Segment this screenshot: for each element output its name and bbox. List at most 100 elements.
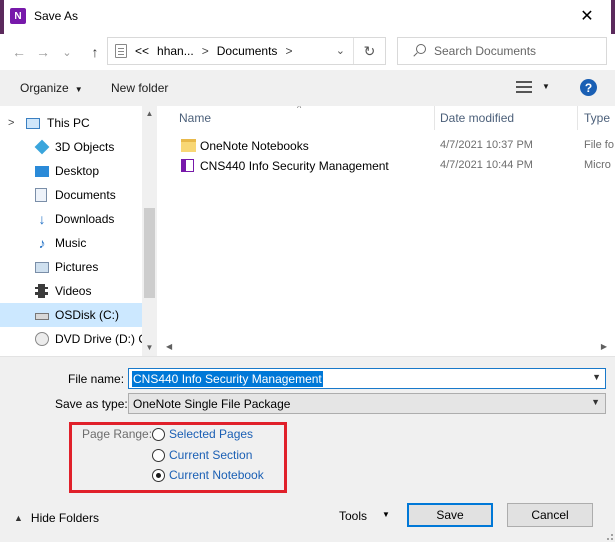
recent-locations-chevron-icon[interactable]: ⌄ <box>58 42 76 62</box>
location-icon <box>115 44 127 58</box>
column-header-name[interactable]: Name <box>179 106 211 130</box>
file-name-value[interactable]: CNS440 Info Security Management <box>132 371 323 387</box>
cancel-button[interactable]: Cancel <box>507 503 593 527</box>
search-icon <box>412 44 426 58</box>
caret-down-icon: ▼ <box>74 85 83 94</box>
expand-chevron-icon[interactable]: > <box>8 117 14 129</box>
radio-button[interactable] <box>152 448 165 462</box>
radio-label[interactable]: Current Section <box>169 448 252 462</box>
nav-item-desktop[interactable]: Desktop <box>0 159 142 183</box>
file-name-field[interactable]: CNS440 Info Security Management ▼ <box>128 368 606 389</box>
sort-ascending-icon: ^ <box>297 106 302 113</box>
view-options-icon[interactable] <box>516 81 532 94</box>
save-as-type-dropdown-icon[interactable]: ▼ <box>591 397 600 407</box>
forward-arrow-icon[interactable]: → <box>34 42 52 62</box>
hide-folders-label: Hide Folders <box>30 511 99 525</box>
nav-item-this-pc[interactable]: > This PC <box>0 111 142 135</box>
help-icon[interactable]: ? <box>580 79 597 96</box>
file-row[interactable]: CNS440 Info Security Management 4/7/2021… <box>162 156 615 176</box>
title-bar: N Save As ✕ <box>4 0 611 32</box>
new-folder-button[interactable]: New folder <box>111 81 168 95</box>
nav-vertical-scrollbar[interactable]: ▲ ▼ <box>142 106 157 356</box>
save-button[interactable]: Save <box>407 503 493 527</box>
file-type: File fo <box>584 139 614 151</box>
scroll-down-arrow-icon[interactable]: ▼ <box>142 340 157 354</box>
breadcrumb-separator-icon[interactable]: > <box>285 44 292 58</box>
nav-label: This PC <box>47 116 90 130</box>
save-options-panel: File name: CNS440 Info Security Manageme… <box>0 356 615 542</box>
cube-icon <box>34 139 50 155</box>
music-note-icon: ♪ <box>38 235 46 251</box>
refresh-icon[interactable]: ↻ <box>353 38 385 64</box>
radio-current-section[interactable]: Current Section <box>152 447 252 463</box>
column-header-date[interactable]: Date modified <box>440 106 514 130</box>
radio-label[interactable]: Current Notebook <box>169 468 264 482</box>
file-row[interactable]: OneNote Notebooks 4/7/2021 10:37 PM File… <box>162 136 615 156</box>
organize-label: Organize <box>20 81 69 95</box>
nav-item-pictures[interactable]: Pictures <box>0 255 142 279</box>
back-arrow-icon[interactable]: ← <box>10 42 28 62</box>
film-icon <box>35 284 48 298</box>
file-horizontal-scrollbar[interactable]: ◀ ▶ <box>162 340 615 356</box>
file-name-dropdown-icon[interactable]: ▼ <box>592 372 601 382</box>
column-header-type[interactable]: Type <box>584 106 610 130</box>
nav-item-downloads[interactable]: ↓ Downloads <box>0 207 142 231</box>
close-button[interactable]: ✕ <box>567 0 607 32</box>
hide-folders-button[interactable]: ▲ Hide Folders <box>14 511 99 525</box>
nav-item-osdisk[interactable]: OSDisk (C:) <box>0 303 142 327</box>
breadcrumb-user[interactable]: hhan... <box>157 44 194 58</box>
desktop-icon <box>35 166 49 177</box>
tools-button[interactable]: Tools <box>339 509 367 523</box>
radio-button-checked[interactable] <box>152 468 165 482</box>
tools-dropdown-icon[interactable]: ▼ <box>382 510 390 519</box>
pictures-icon <box>35 262 49 273</box>
save-as-type-value: OneNote Single File Package <box>133 397 291 411</box>
nav-scroll-thumb[interactable] <box>144 208 155 298</box>
address-bar[interactable]: << hhan... > Documents > ⌄ ↻ <box>107 37 386 65</box>
nav-label: 3D Objects <box>55 140 115 154</box>
radio-button[interactable] <box>152 427 165 441</box>
save-as-type-label: Save as type: <box>55 397 128 411</box>
radio-label[interactable]: Selected Pages <box>169 427 253 441</box>
file-date: 4/7/2021 10:37 PM <box>440 139 533 151</box>
nav-item-dvd-drive[interactable]: DVD Drive (D:) C <box>0 327 147 351</box>
nav-label: OSDisk (C:) <box>55 308 119 322</box>
window-frame-right <box>611 0 615 34</box>
nav-label: Pictures <box>55 260 99 274</box>
file-date: 4/7/2021 10:44 PM <box>440 159 533 171</box>
radio-selected-pages[interactable]: Selected Pages <box>152 426 253 442</box>
address-row: ← → ⌄ ↑ << hhan... > Documents > ⌄ ↻ Sea… <box>0 34 615 70</box>
scroll-left-arrow-icon[interactable]: ◀ <box>166 342 172 351</box>
nav-item-videos[interactable]: Videos <box>0 279 142 303</box>
nav-label: Downloads <box>55 212 115 226</box>
save-as-type-select[interactable]: OneNote Single File Package ▼ <box>128 393 606 414</box>
resize-grip-icon[interactable] <box>603 530 613 540</box>
file-name: CNS440 Info Security Management <box>200 159 389 173</box>
file-name-label: File name: <box>68 372 125 386</box>
address-dropdown-icon[interactable]: ⌄ <box>336 44 345 57</box>
nav-label: Desktop <box>55 164 100 178</box>
drive-icon <box>35 313 49 320</box>
disc-icon <box>35 332 49 346</box>
chevron-up-icon: ▲ <box>14 513 23 523</box>
up-arrow-icon[interactable]: ↑ <box>86 42 104 62</box>
nav-item-documents[interactable]: Documents <box>0 183 142 207</box>
scroll-right-arrow-icon[interactable]: ▶ <box>601 342 607 351</box>
search-input[interactable]: Search Documents <box>397 37 607 65</box>
nav-item-music[interactable]: ♪ Music <box>0 231 142 255</box>
folder-icon <box>181 139 196 152</box>
nav-label: Documents <box>55 188 116 202</box>
column-divider[interactable] <box>577 106 578 130</box>
breadcrumb-overflow[interactable]: << <box>135 44 149 58</box>
nav-label: Videos <box>55 284 92 298</box>
breadcrumb-separator-icon[interactable]: > <box>202 44 209 58</box>
breadcrumb-documents[interactable]: Documents <box>217 44 278 58</box>
window-title: Save As <box>34 9 79 23</box>
organize-button[interactable]: Organize ▼ <box>20 81 83 95</box>
documents-icon <box>35 188 47 202</box>
view-dropdown-icon[interactable]: ▼ <box>542 82 550 91</box>
radio-current-notebook[interactable]: Current Notebook <box>152 467 264 483</box>
column-divider[interactable] <box>434 106 435 130</box>
nav-item-3d-objects[interactable]: 3D Objects <box>0 135 142 159</box>
scroll-up-arrow-icon[interactable]: ▲ <box>142 106 157 120</box>
